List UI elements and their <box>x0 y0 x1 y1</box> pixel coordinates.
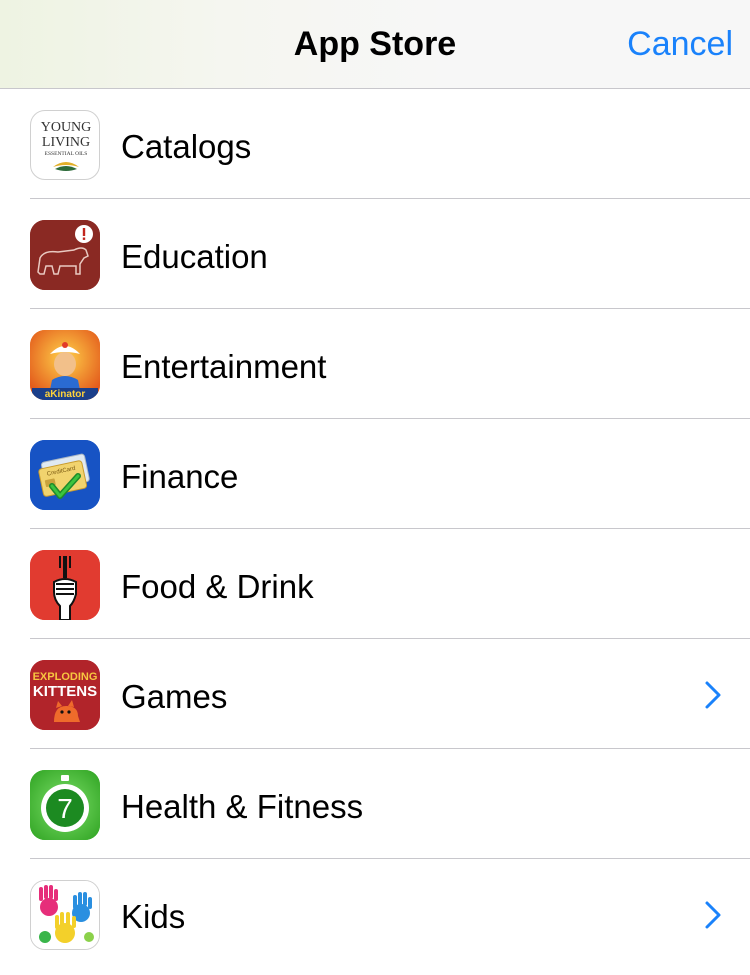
exploding-kittens-icon: EXPLODING KITTENS <box>30 660 100 730</box>
chevron-right-icon <box>705 681 721 709</box>
icon-text: YOUNG <box>41 120 92 135</box>
category-row-education[interactable]: Education <box>0 199 750 309</box>
category-label: Kids <box>121 898 186 935</box>
dog-alert-icon <box>30 220 100 290</box>
icon-text: 7 <box>57 793 73 824</box>
category-label: Entertainment <box>121 348 327 385</box>
category-row-food-drink[interactable]: Food & Drink <box>0 529 750 639</box>
credit-card-check-icon: CreditCard <box>30 440 100 510</box>
category-label: Education <box>121 238 268 275</box>
category-row-finance[interactable]: CreditCard Finance <box>0 419 750 529</box>
category-label: Finance <box>121 458 239 495</box>
painted-hands-icon <box>30 880 100 950</box>
hand-fork-icon <box>30 550 100 620</box>
stopwatch-seven-icon: 7 <box>30 770 100 840</box>
icon-text: aKinator <box>45 389 86 400</box>
akinator-icon: aKinator <box>30 330 100 400</box>
category-label: Food & Drink <box>121 568 314 605</box>
category-row-games[interactable]: EXPLODING KITTENS Games <box>0 639 750 749</box>
category-row-health-fitness[interactable]: 7 Health & Fitness <box>0 749 750 859</box>
category-row-entertainment[interactable]: aKinator Entertainment <box>0 309 750 419</box>
icon-text: EXPLODING <box>33 671 98 683</box>
category-label: Games <box>121 678 228 715</box>
cancel-button[interactable]: Cancel <box>627 0 733 88</box>
icon-text: ESSENTIAL OILS <box>45 151 88 157</box>
navigation-bar: App Store Cancel <box>0 0 750 89</box>
category-label: Catalogs <box>121 128 252 165</box>
icon-text: KITTENS <box>33 683 97 700</box>
icon-text: LIVING <box>42 135 90 150</box>
category-list: YOUNG LIVING ESSENTIAL OILS Catalogs Edu… <box>0 89 750 969</box>
young-living-icon: YOUNG LIVING ESSENTIAL OILS <box>30 110 100 180</box>
category-row-kids[interactable]: Kids <box>0 859 750 969</box>
category-label: Health & Fitness <box>121 788 364 825</box>
category-row-catalogs[interactable]: YOUNG LIVING ESSENTIAL OILS Catalogs <box>0 89 750 199</box>
chevron-right-icon <box>705 901 721 929</box>
